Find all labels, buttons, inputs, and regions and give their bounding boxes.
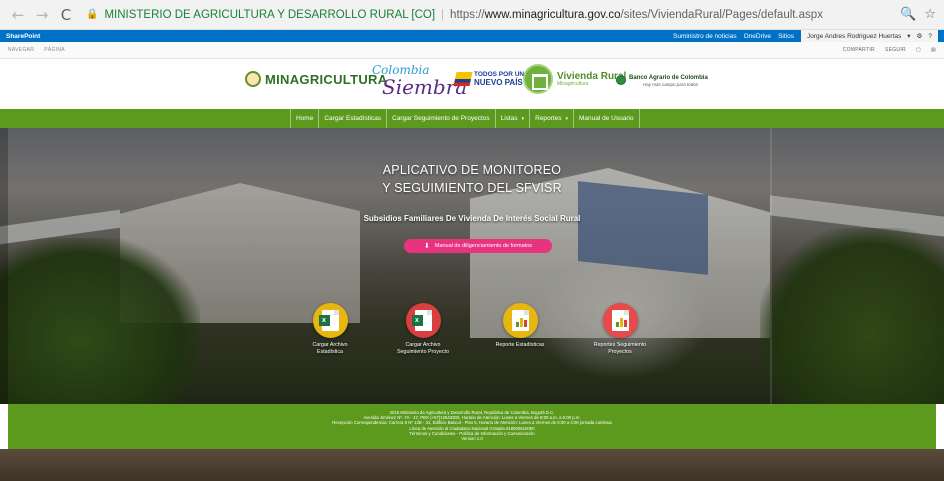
nav-item-home[interactable]: Home: [290, 109, 318, 128]
suite-link-sites[interactable]: Sitios: [778, 33, 794, 40]
forward-icon[interactable]: →: [32, 5, 52, 25]
action-circle: x: [405, 303, 441, 338]
url-scheme: https://: [450, 8, 485, 21]
nav-label: Cargar Estadísticas: [324, 115, 382, 122]
house-icon: [523, 64, 553, 94]
follow-button[interactable]: SEGUIR: [885, 47, 906, 53]
ribbon-tab-browse[interactable]: NAVEGAR: [8, 47, 34, 53]
chart-report-icon: [611, 310, 629, 331]
nav-item-manual[interactable]: Manual de Usuario: [573, 109, 640, 128]
nav-label: Reportes: [535, 115, 562, 122]
sharepoint-brand[interactable]: SharePoint: [6, 33, 40, 40]
action-label: Cargar Archivo Estadística: [312, 342, 347, 355]
nav-item-cargar-seguimiento[interactable]: Cargar Seguimiento de Proyectos: [386, 109, 495, 128]
page-title: APLICATIVO DE MONITOREO Y SEGUIMIENTO DE…: [0, 161, 944, 197]
action-label-line2: Seguimiento Proyecto: [397, 348, 449, 355]
excel-badge: x: [318, 315, 330, 326]
flag-icon: [453, 72, 473, 87]
excel-file-icon: x: [411, 310, 432, 331]
title-line1: APLICATIVO DE MONITOREO: [382, 163, 562, 177]
action-label-line2: Proyectos: [608, 348, 632, 355]
site-identity: MINISTERIO DE AGRICULTURA Y DESARROLLO R…: [104, 8, 436, 21]
address-bar[interactable]: MINISTERIO DE AGRICULTURA Y DESARROLLO R…: [104, 9, 823, 21]
action-label-line1: Reporte Estadísticas: [495, 342, 545, 348]
suite-bar: SharePoint Suministro de noticias OneDri…: [0, 30, 944, 42]
chevron-down-icon: ▾: [521, 115, 525, 122]
action-label: Reportes Seguimiento Proyectos: [594, 342, 646, 355]
bookmark-star-icon[interactable]: ☆: [924, 7, 936, 22]
zoom-icon[interactable]: 🔍: [900, 7, 916, 22]
nav-label: Home: [296, 115, 314, 122]
suite-link-newsfeed[interactable]: Suministro de noticias: [673, 33, 737, 40]
page-subtitle: Subsidios Familiares De Vivienda De Inte…: [363, 214, 581, 223]
reload-icon[interactable]: C: [56, 5, 76, 25]
ribbon-bar: NAVEGAR PÁGINA COMPARTIR SEGUIR ▢ ▤: [0, 42, 944, 59]
user-menu[interactable]: Jorge Andres Rodriguez Huertas ▾ ⚙ ?: [800, 30, 938, 42]
address-separator: |: [441, 8, 445, 21]
chart-report-icon: [511, 310, 529, 331]
focus-icon[interactable]: ▢: [916, 47, 921, 53]
nav-item-cargar-estadisticas[interactable]: Cargar Estadísticas: [318, 109, 386, 128]
minagricultura-logo[interactable]: MINAGRICULTURA: [245, 71, 387, 87]
banco-agrario-logo: Banco Agrario de Colombia Hay más campo …: [616, 75, 708, 87]
back-icon[interactable]: ←: [8, 5, 28, 25]
todos-por-un-nuevo-pais-logo: TODOS POR UN NUEVO PAÍS: [453, 71, 524, 87]
action-circle: [602, 303, 638, 338]
hero-section: APLICATIVO DE MONITOREO Y SEGUIMIENTO DE…: [0, 128, 944, 404]
nav-label: Listas: [500, 115, 518, 122]
user-name: Jorge Andres Rodriguez Huertas: [806, 32, 902, 40]
vivienda-rural-logo: Vivienda Rural Minagricultura: [523, 64, 626, 94]
manual-button-label: Manual de diligenciamiento de formatos: [434, 243, 533, 249]
banco-slogan: Hay más campo para todos: [643, 82, 699, 88]
site-header: MINAGRICULTURA Colombia Siembra TODOS PO…: [0, 59, 944, 109]
cargar-archivo-seguimiento-tile[interactable]: x Cargar Archivo Seguimiento Proyecto: [383, 303, 463, 355]
footer: 2015 Ministerio de Agricultura y Desarro…: [8, 404, 936, 449]
excel-file-icon: x: [318, 310, 339, 331]
title-line2: Y SEGUIMIENTO DEL SFVISR: [382, 181, 562, 195]
nav-label: Manual de Usuario: [579, 115, 634, 122]
page-icon[interactable]: ▤: [931, 47, 936, 53]
ribbon-tab-page[interactable]: PÁGINA: [44, 47, 65, 53]
reporte-estadisticas-tile[interactable]: Reporte Estadísticas: [480, 303, 560, 349]
todos-line2: NUEVO PAÍS: [474, 77, 523, 87]
action-label-line1: Reportes Seguimiento: [593, 342, 647, 348]
url-host: www.minagricultura.gov.co: [484, 8, 621, 21]
nav-label: Cargar Seguimiento de Proyectos: [392, 115, 490, 122]
gear-icon[interactable]: ⚙: [917, 32, 923, 40]
chevron-down-icon: ▾: [565, 115, 569, 122]
share-button[interactable]: COMPARTIR: [843, 47, 875, 53]
action-circle: [502, 303, 538, 338]
nav-item-listas[interactable]: Listas ▾: [494, 109, 530, 128]
action-label-line1: Cargar Archivo: [312, 342, 348, 348]
banco-icon: [616, 75, 626, 85]
action-label: Reporte Estadísticas: [496, 342, 545, 349]
lock-icon: 🔒: [86, 9, 99, 20]
excel-badge: x: [411, 315, 423, 326]
footer-version: Version 1.0: [461, 436, 483, 442]
background-photo-strip: [0, 449, 944, 481]
nav-item-reportes[interactable]: Reportes ▾: [529, 109, 573, 128]
chevron-down-icon: ▾: [907, 33, 911, 40]
banco-name: Banco Agrario de Colombia: [629, 75, 708, 81]
help-icon[interactable]: ?: [928, 33, 932, 40]
browser-toolbar: ← → C 🔒 MINISTERIO DE AGRICULTURA Y DESA…: [0, 0, 944, 30]
url-path: /sites/ViviendaRural/Pages/default.aspx: [620, 8, 823, 21]
manual-download-button[interactable]: ⬇ Manual de diligenciamiento de formatos: [404, 239, 552, 253]
reportes-seguimiento-proyectos-tile[interactable]: Reportes Seguimiento Proyectos: [580, 303, 660, 355]
action-label: Cargar Archivo Seguimiento Proyecto: [397, 342, 449, 355]
suite-link-onedrive[interactable]: OneDrive: [744, 33, 771, 40]
cargar-archivo-estadistica-tile[interactable]: x Cargar Archivo Estadística: [290, 303, 370, 355]
action-label-line1: Cargar Archivo: [405, 342, 441, 348]
colombia-siembra-logo: Colombia Siembra: [370, 61, 467, 103]
action-label-line2: Estadística: [317, 348, 343, 355]
action-circle: x: [312, 303, 348, 338]
download-icon: ⬇: [423, 242, 430, 250]
main-nav: Home Cargar Estadísticas Cargar Seguimie…: [0, 109, 944, 128]
coat-of-arms-icon: [245, 71, 261, 87]
